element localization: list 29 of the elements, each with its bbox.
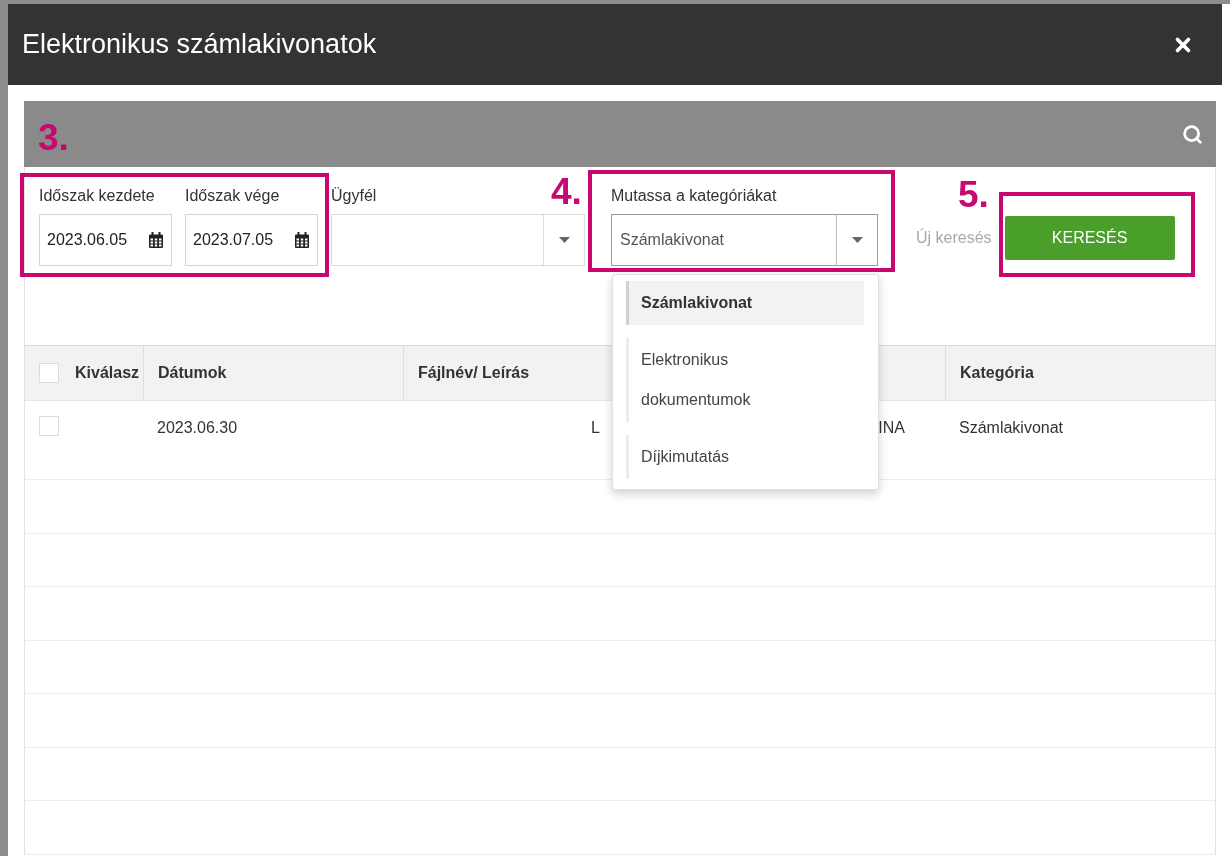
annotation-number: 4. (551, 173, 582, 210)
date-field[interactable]: 2023.07.05 (185, 214, 318, 266)
search-icon[interactable] (1182, 123, 1203, 145)
column-header: Kategória (960, 363, 1034, 383)
calendar-icon[interactable] (149, 232, 163, 248)
checkbox[interactable] (39, 363, 59, 383)
annotation-number: 5. (958, 176, 989, 213)
column-header: Fájlnév/ Leírás (418, 363, 530, 383)
caret-icon (851, 237, 863, 243)
date-value: 2023.07.05 (193, 230, 274, 250)
checkbox[interactable] (39, 416, 59, 436)
table-cell: Számlakivonat (959, 419, 1064, 436)
date-field[interactable]: 2023.06.05 (39, 214, 172, 266)
dropdown-option[interactable]: Számlakivonat (626, 281, 864, 325)
window-title: Elektronikus számlakivonatok (22, 28, 377, 62)
caret-icon (558, 237, 570, 243)
table-cell-text: INA (878, 418, 905, 438)
column-header: Kiválasz (75, 363, 140, 383)
field-label: Mutassa a kategóriákat (611, 186, 777, 206)
column-header: Dátumok (158, 363, 227, 383)
table-cell-text: L (591, 418, 600, 438)
field-label: Ügyfél (331, 186, 377, 206)
table-cell: 2023.06.30 (157, 419, 238, 436)
calendar-icon[interactable] (295, 232, 309, 248)
field-label: Időszak vége (185, 186, 280, 206)
category-select[interactable]: Számlakivonat (611, 214, 878, 266)
annotation-number: 3. (38, 119, 69, 156)
field-label: Időszak kezdete (39, 186, 155, 206)
date-value: 2023.06.05 (47, 230, 128, 250)
